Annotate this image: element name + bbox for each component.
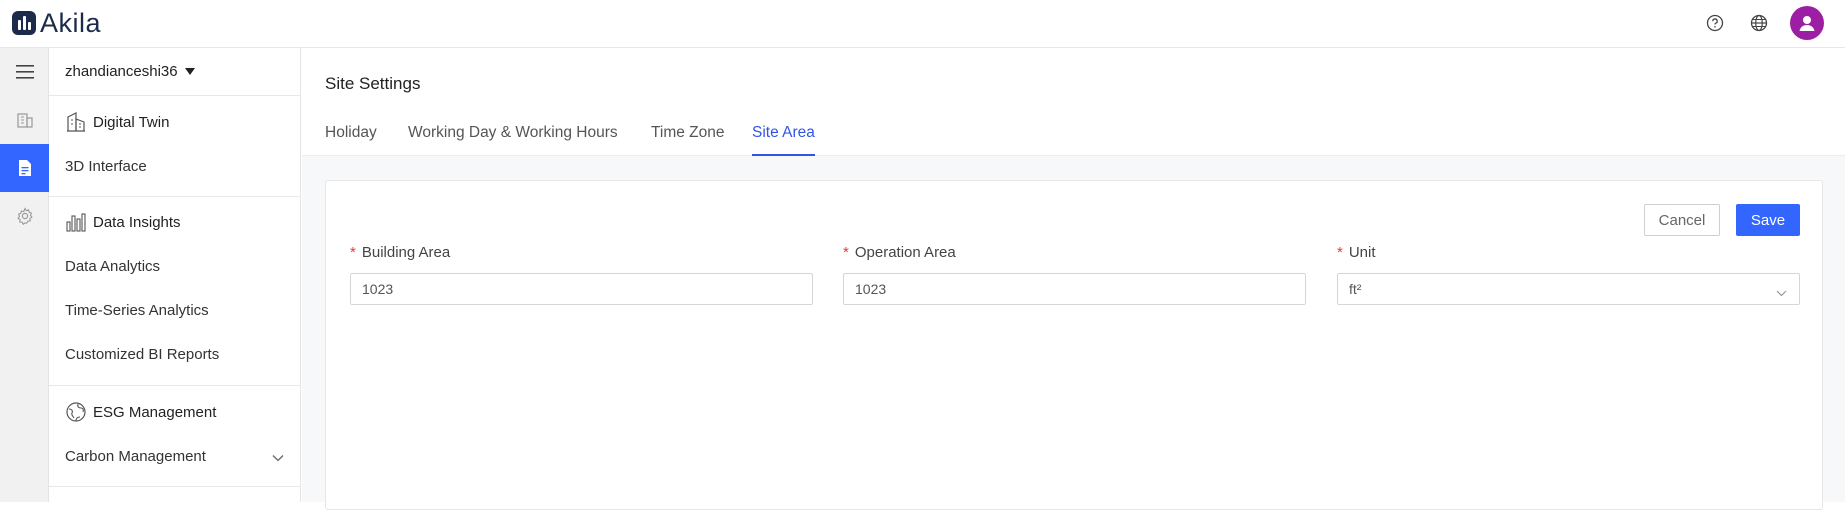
- site-area-card: Cancel Save * Building Area 1023 * Opera…: [325, 180, 1823, 510]
- required-marker: *: [843, 243, 849, 261]
- globe-leaf-icon: [65, 401, 87, 423]
- tab-site-area[interactable]: Site Area: [752, 124, 815, 156]
- menu-icon[interactable]: [0, 48, 49, 96]
- nav-divider: [49, 385, 301, 386]
- nav-divider: [49, 486, 301, 487]
- chevron-down-icon[interactable]: [272, 449, 284, 467]
- help-circle-icon[interactable]: [1705, 13, 1725, 33]
- save-button[interactable]: Save: [1736, 204, 1800, 236]
- bar-chart-icon: [65, 211, 87, 233]
- operation-area-input[interactable]: 1023: [843, 273, 1306, 305]
- nav-item-customized-bi-reports[interactable]: Customized BI Reports: [65, 343, 219, 365]
- unit-label: Unit: [1348, 243, 1376, 261]
- main-content: Site Settings Holiday Working Day & Work…: [302, 48, 1845, 510]
- building-icon[interactable]: [0, 96, 49, 144]
- building-outline-icon: [65, 111, 87, 133]
- nav-item-time-series-analytics[interactable]: Time-Series Analytics: [65, 299, 209, 321]
- nav-group-title: Data Insights: [93, 213, 181, 231]
- globe-icon[interactable]: [1749, 13, 1769, 33]
- site-selector[interactable]: zhandianceshi36: [49, 48, 301, 96]
- top-bar: Akila: [0, 0, 1845, 48]
- akila-logo-icon: [12, 11, 36, 35]
- unit-select-value: ft²: [1349, 281, 1362, 297]
- nav-item-3d-interface[interactable]: 3D Interface: [65, 155, 147, 177]
- required-marker: *: [1337, 243, 1343, 261]
- icon-rail: [0, 48, 49, 502]
- page-title: Site Settings: [325, 74, 421, 93]
- nav-item-carbon-management[interactable]: Carbon Management: [65, 445, 206, 467]
- nav-panel: zhandianceshi36 Digital Twin 3D Interfac…: [49, 48, 301, 502]
- gear-icon[interactable]: [0, 192, 49, 240]
- brand-name: Akila: [40, 8, 102, 38]
- nav-group-data-insights[interactable]: Data Insights: [65, 210, 181, 234]
- nav-divider: [49, 196, 301, 197]
- tab-holiday[interactable]: Holiday: [325, 124, 377, 156]
- nav-group-title: ESG Management: [93, 403, 217, 421]
- building-area-input[interactable]: 1023: [350, 273, 813, 305]
- site-document-icon[interactable]: [0, 144, 49, 192]
- unit-select[interactable]: ft²: [1337, 273, 1800, 305]
- akila-logo[interactable]: Akila: [12, 9, 101, 37]
- cancel-button[interactable]: Cancel: [1644, 204, 1720, 236]
- building-area-field: * Building Area 1023: [350, 241, 813, 305]
- caret-down-icon: [184, 68, 195, 75]
- tab-time-zone[interactable]: Time Zone: [651, 124, 725, 156]
- nav-group-title: Digital Twin: [93, 113, 170, 131]
- unit-field: * Unit ft²: [1337, 241, 1800, 305]
- operation-area-field: * Operation Area 1023: [843, 241, 1306, 305]
- nav-group-esg-management[interactable]: ESG Management: [65, 400, 216, 424]
- nav-item-data-analytics[interactable]: Data Analytics: [65, 255, 160, 277]
- required-marker: *: [350, 243, 356, 261]
- nav-group-digital-twin[interactable]: Digital Twin: [65, 110, 169, 134]
- site-name: zhandianceshi36: [65, 63, 178, 80]
- tab-working-day-hours[interactable]: Working Day & Working Hours: [408, 124, 618, 156]
- building-area-label: Building Area: [361, 243, 451, 261]
- page-header: Site Settings Holiday Working Day & Work…: [302, 48, 1845, 156]
- chevron-down-icon: [1776, 284, 1787, 300]
- user-avatar-icon[interactable]: [1790, 6, 1824, 40]
- operation-area-label: Operation Area: [854, 243, 956, 261]
